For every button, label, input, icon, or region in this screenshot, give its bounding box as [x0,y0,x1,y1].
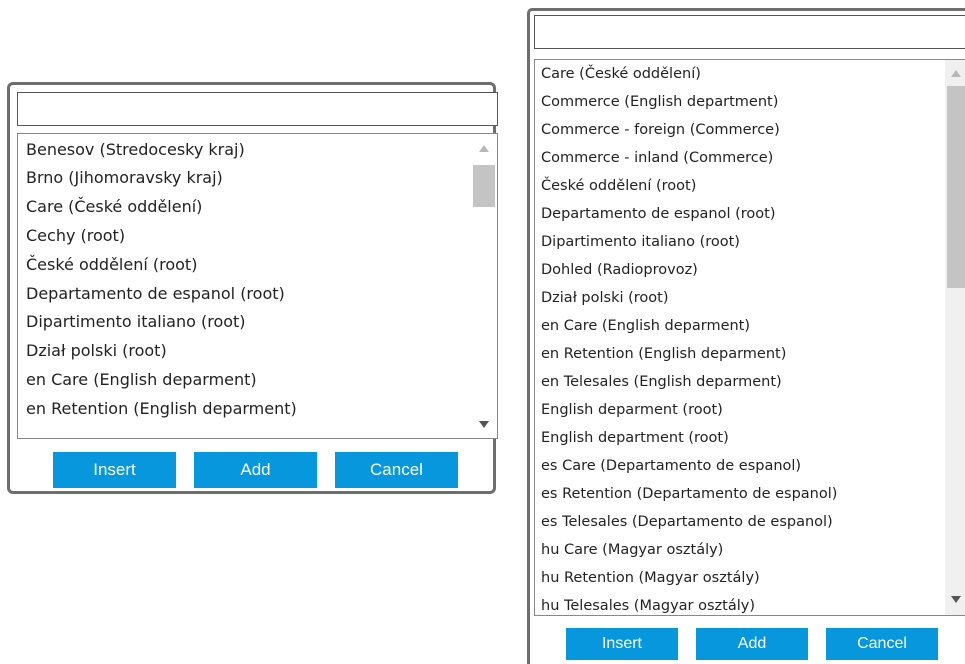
cancel-button[interactable]: Cancel [826,628,938,660]
list-item[interactable]: Departamento de espanol (root) [541,200,776,228]
list-item[interactable]: es Retention (Departamento de espanol) [541,480,837,508]
scroll-up-arrow-icon[interactable] [479,145,489,152]
list-item[interactable]: en Telesales (English deparment) [541,368,782,396]
right-options-list[interactable]: Care (České oddělení) Commerce (English … [534,59,965,616]
add-button[interactable]: Add [696,628,808,660]
right-select-dialog: Care (České oddělení) Commerce (English … [527,8,965,664]
list-item[interactable]: en Retention (English deparment) [541,340,786,368]
list-item[interactable]: en Care (English deparment) [26,366,257,394]
scroll-up-arrow-icon[interactable] [951,70,961,77]
list-item[interactable]: Care (České oddělení) [26,193,202,221]
scrollbar-thumb[interactable] [473,165,495,207]
list-item[interactable]: Brno (Jihomoravsky kraj) [26,164,223,192]
left-search-input[interactable] [17,92,498,126]
list-item[interactable]: Commerce - foreign (Commerce) [541,116,780,144]
scrollbar-thumb[interactable] [947,86,965,288]
left-options-list[interactable]: Benesov (Stredocesky kraj) Brno (Jihomor… [17,133,498,439]
list-item[interactable]: English department (root) [541,424,729,452]
cancel-button[interactable]: Cancel [335,452,458,488]
list-item[interactable]: hu Telesales (Magyar osztály) [541,592,755,615]
list-item[interactable]: en Retention (English deparment) [26,395,297,423]
left-select-dialog: Benesov (Stredocesky kraj) Brno (Jihomor… [7,82,498,494]
list-item[interactable]: České oddělení (root) [26,251,197,279]
list-item[interactable]: hu Retention (Magyar osztály) [541,564,760,592]
list-item[interactable]: Departamento de espanol (root) [26,280,285,308]
right-search-input[interactable] [534,15,965,49]
list-item[interactable]: en Care (English deparment) [541,312,750,340]
scroll-down-arrow-icon[interactable] [951,596,961,603]
list-item[interactable]: es Care (Departamento de espanol) [541,452,801,480]
list-item[interactable]: Dipartimento italiano (root) [541,228,740,256]
list-item[interactable]: English deparment (root) [541,396,723,424]
list-item[interactable]: es Telesales (Departamento de espanol) [541,508,833,536]
list-item[interactable]: Cechy (root) [26,222,125,250]
list-item[interactable]: Benesov (Stredocesky kraj) [26,136,245,164]
add-button[interactable]: Add [194,452,317,488]
right-list-scrollbar[interactable] [945,60,965,615]
list-item[interactable]: Dohled (Radioprovoz) [541,256,698,284]
scroll-down-arrow-icon[interactable] [479,421,489,428]
list-item[interactable]: České oddělení (root) [541,172,696,200]
insert-button[interactable]: Insert [53,452,176,488]
list-item[interactable]: Commerce (English department) [541,88,778,116]
left-list-scrollbar[interactable] [471,134,497,438]
list-item[interactable]: Commerce - inland (Commerce) [541,144,773,172]
list-item[interactable]: Care (České oddělení) [541,60,701,88]
insert-button[interactable]: Insert [566,628,678,660]
list-item[interactable]: Dział polski (root) [541,284,669,312]
list-item[interactable]: Dział polski (root) [26,337,167,365]
list-item[interactable]: Dipartimento italiano (root) [26,308,246,336]
list-item[interactable]: hu Care (Magyar osztály) [541,536,723,564]
